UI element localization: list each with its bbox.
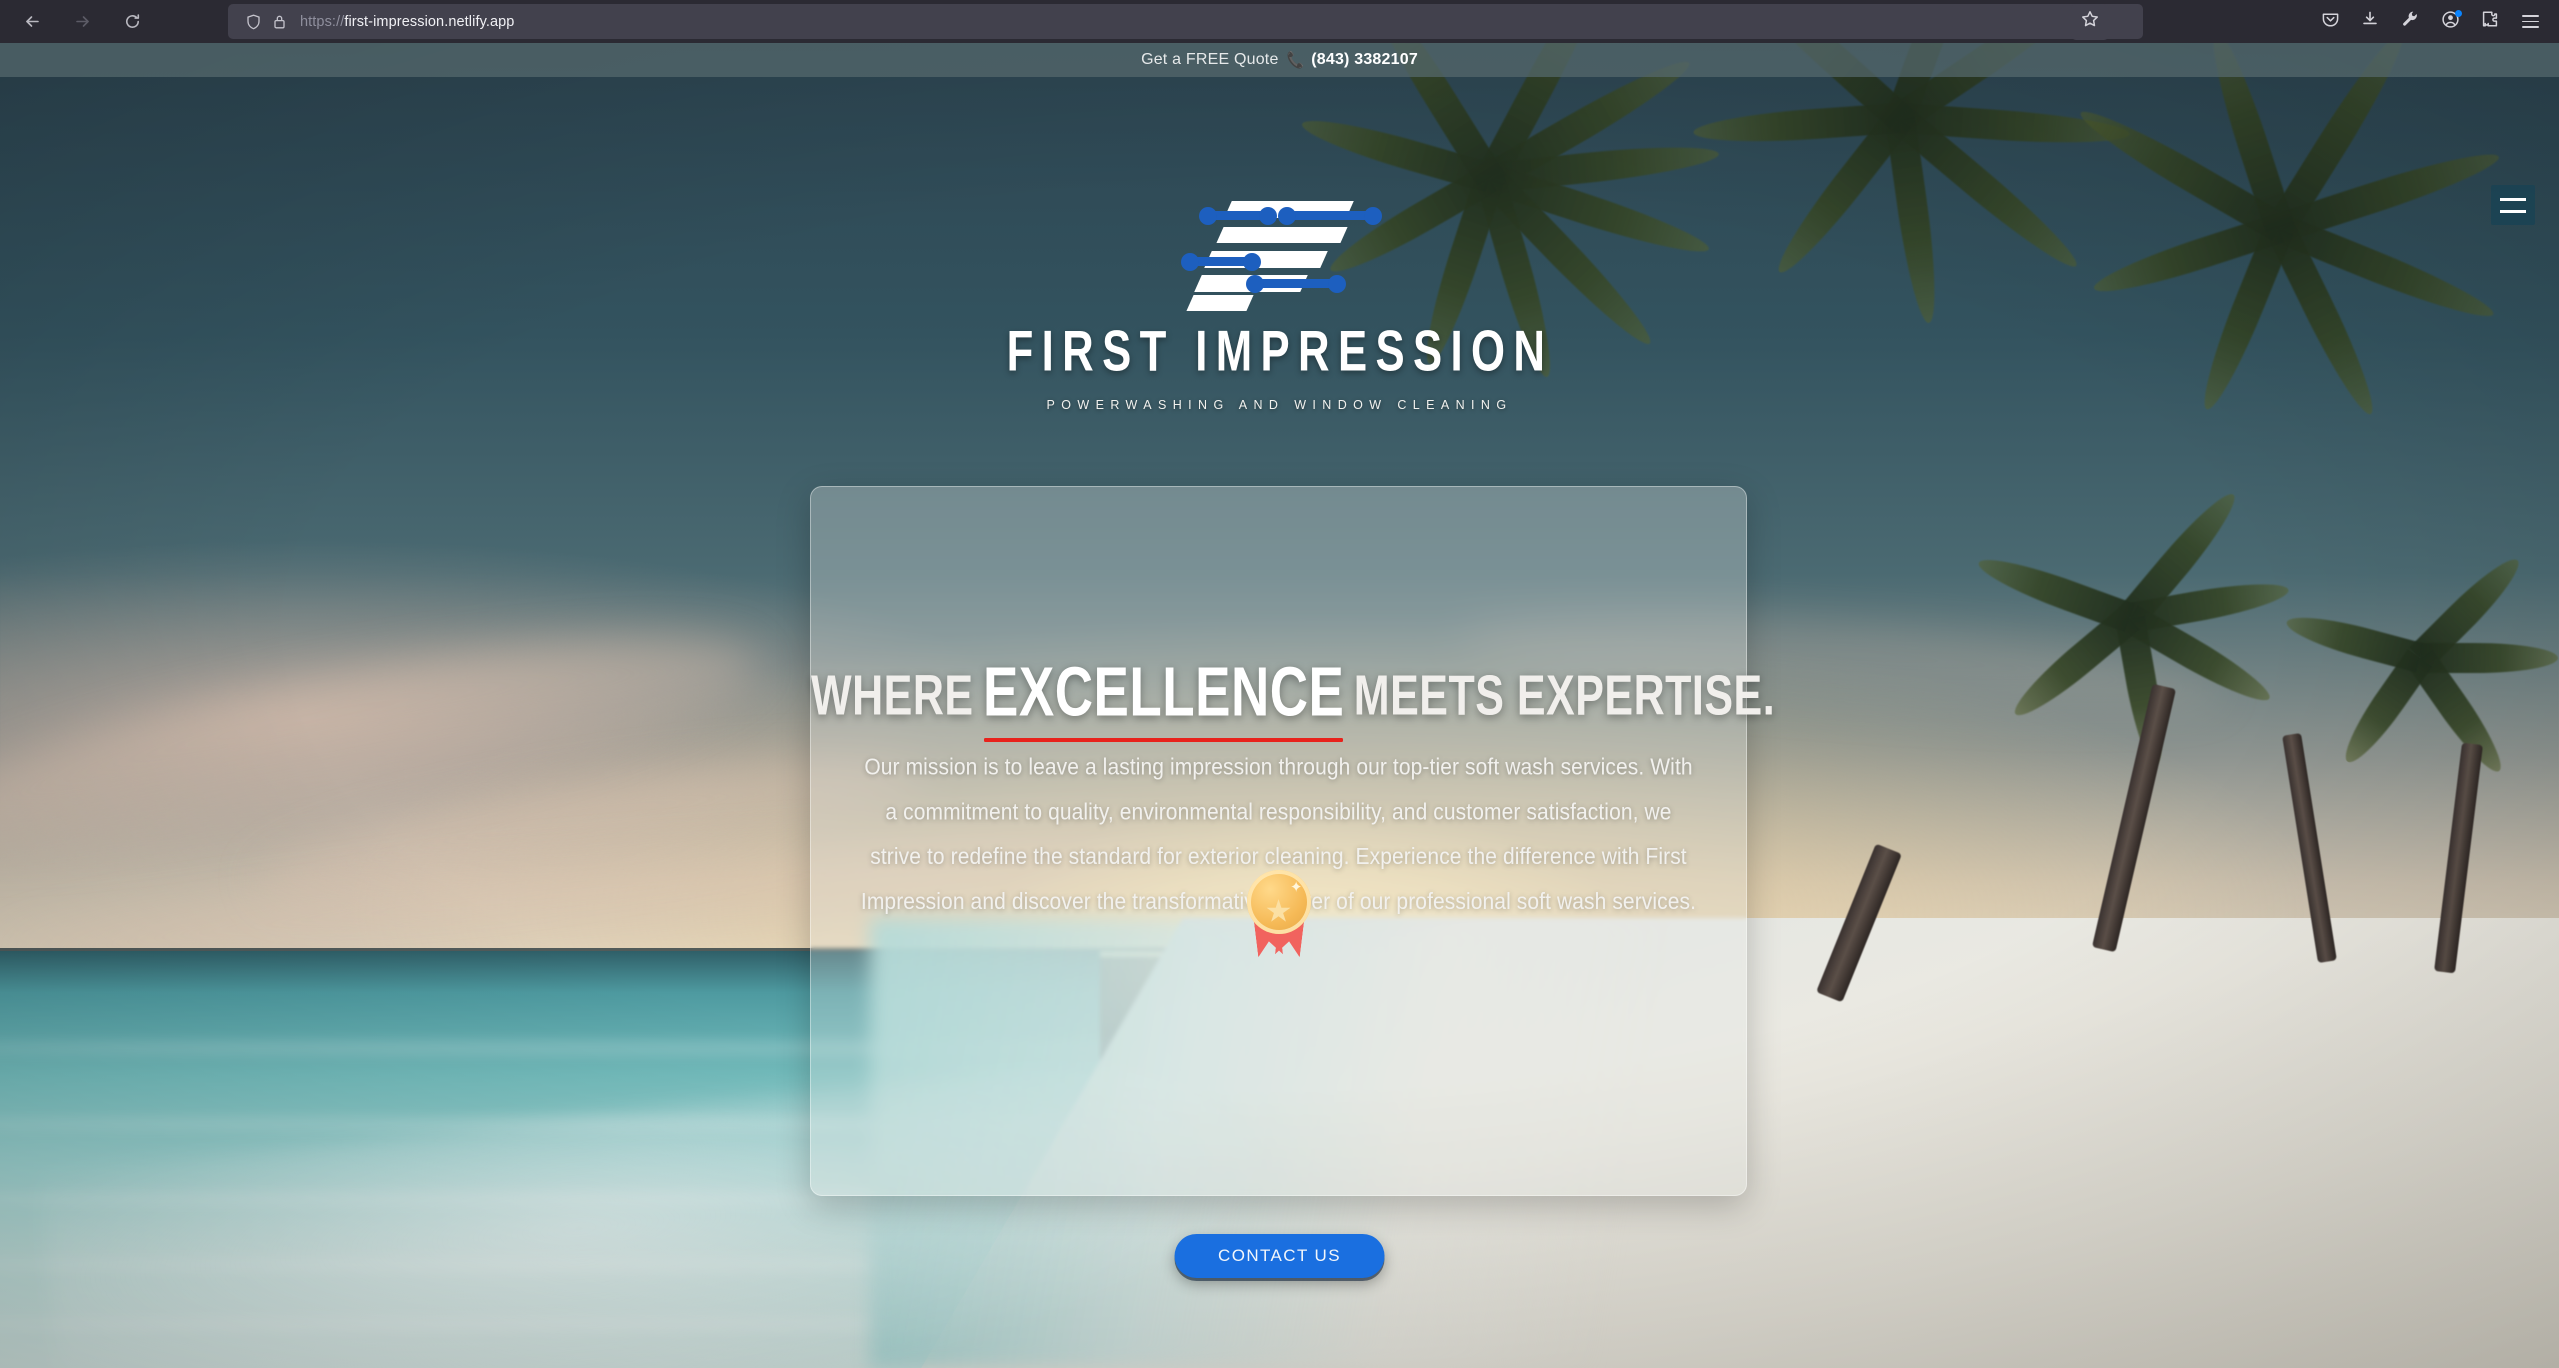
extensions-puzzle-icon <box>2481 10 2499 33</box>
forward-arrow-icon <box>74 13 91 30</box>
headline-emphasis-text: EXCELLENCE <box>983 653 1345 732</box>
reload-icon <box>124 13 141 30</box>
reload-button[interactable] <box>114 4 150 40</box>
url-scheme: https:// <box>300 13 345 30</box>
url-host: first-impression.netlify.app <box>344 13 515 30</box>
forward-button[interactable] <box>64 4 100 40</box>
promo-bar[interactable]: Get a FREE Quote 📞 (843) 3382107 <box>0 43 2559 77</box>
first-impression-logo-mark <box>1185 195 1373 313</box>
padlock-icon[interactable] <box>266 9 292 35</box>
wrench-icon <box>2401 10 2419 33</box>
phone-icon: 📞 <box>1284 50 1306 70</box>
site-menu-button[interactable] <box>2491 185 2535 225</box>
site-logo[interactable]: FIRST IMPRESSION POWERWASHING AND WINDOW… <box>0 195 2559 412</box>
back-arrow-icon <box>24 13 41 30</box>
account-button[interactable] <box>2431 4 2469 40</box>
app-menu-button[interactable] <box>2511 4 2549 40</box>
hero-glass-card: WHERE EXCELLENCE MEETS EXPERTISE. Our mi… <box>810 486 1775 1196</box>
bookmark-button[interactable] <box>2071 3 2109 40</box>
url-text: https://first-impression.netlify.app <box>300 14 514 30</box>
star-icon <box>2081 10 2099 33</box>
award-medal-icon: ★ ✦ <box>1243 870 1315 948</box>
headline-underline <box>984 737 1344 742</box>
logo-company-name: FIRST IMPRESSION <box>1006 318 1553 383</box>
back-button[interactable] <box>14 4 50 40</box>
medal-star: ★ <box>1264 893 1293 929</box>
extensions-button[interactable] <box>2471 4 2509 40</box>
headline-part-2: MEETS EXPERTISE. <box>1353 664 1776 728</box>
address-bar[interactable]: https://first-impression.netlify.app <box>228 4 2143 39</box>
downloads-button[interactable] <box>2351 4 2389 40</box>
hamburger-menu-icon <box>2521 14 2539 29</box>
shield-icon[interactable] <box>240 9 266 35</box>
promo-text: Get a FREE Quote <box>1141 51 1279 68</box>
downloads-icon <box>2361 10 2379 33</box>
headline-emphasis: EXCELLENCE <box>983 652 1345 742</box>
toolbar-right <box>2071 0 2559 43</box>
web-page: Get a FREE Quote 📞 (843) 3382107 FIRST I… <box>0 43 2559 1368</box>
headline-part-1: WHERE <box>811 664 974 728</box>
navigation-buttons <box>0 4 150 40</box>
tools-button[interactable] <box>2391 4 2429 40</box>
pocket-button[interactable] <box>2311 4 2349 40</box>
promo-phone-number[interactable]: (843) 3382107 <box>1311 51 1418 69</box>
medal-sparkle: ✦ <box>1289 879 1303 896</box>
hamburger-menu-icon <box>2500 197 2526 201</box>
account-notification-badge <box>2455 9 2462 17</box>
browser-chrome: https://first-impression.netlify.app <box>0 0 2559 43</box>
pocket-icon <box>2321 10 2340 34</box>
logo-tagline: POWERWASHING AND WINDOW CLEANING <box>1046 397 1513 413</box>
contact-us-button[interactable]: CONTACT US <box>1174 1234 1385 1278</box>
page-title: WHERE EXCELLENCE MEETS EXPERTISE. <box>811 654 1775 742</box>
